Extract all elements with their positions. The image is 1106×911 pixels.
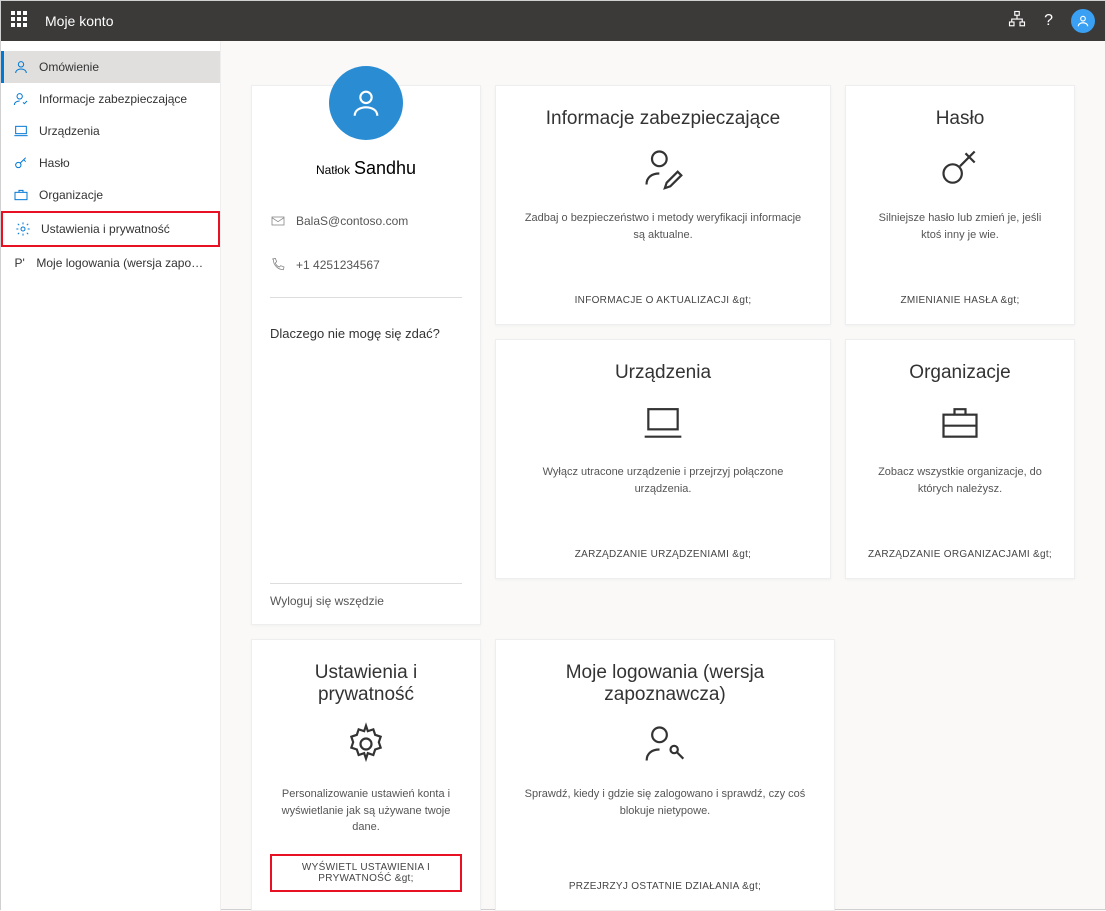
app-launcher-icon[interactable] (11, 11, 31, 31)
sidebar-item-password[interactable]: Hasło (1, 147, 220, 179)
user-avatar-large (329, 66, 403, 140)
signout-everywhere-link[interactable]: Wyloguj się wszędzie (270, 594, 462, 608)
sidebar: Omówienie Informacje zabezpieczające Urz… (1, 41, 221, 911)
sidebar-item-label: Omówienie (39, 60, 99, 74)
briefcase-icon (13, 187, 29, 203)
sidebar-item-devices[interactable]: Urządzenia (1, 115, 220, 147)
tile-action-password[interactable]: ZMIENIANIE HASŁA &gt; (900, 295, 1019, 306)
sidebar-item-label: Moje logowania (wersja zapoznawcza) (36, 256, 208, 270)
app-header: Moje konto ? (1, 1, 1105, 41)
signin-icon: P' (13, 255, 26, 271)
sidebar-item-label: Urządzenia (39, 124, 100, 138)
user-name: Natłok Sandhu (270, 158, 462, 179)
sidebar-item-signins[interactable]: P' Moje logowania (wersja zapoznawcza) (1, 247, 220, 279)
key-icon (936, 144, 984, 192)
user-name-prefix: Natłok (316, 163, 350, 177)
sidebar-item-overview[interactable]: Omówienie (1, 51, 220, 83)
tile-security-info: Informacje zabezpieczające Zadbaj o bezp… (495, 85, 831, 325)
tile-title: Urządzenia (615, 362, 711, 384)
tile-action-settings[interactable]: WYŚWIETL USTAWIENIA I PRYWATNOŚĆ &gt; (270, 854, 462, 892)
tile-title: Hasło (936, 108, 985, 130)
profile-phone-row: +1 4251234567 (270, 257, 462, 273)
org-chart-icon[interactable] (1008, 10, 1026, 33)
tile-devices: Urządzenia Wyłącz utracone urządzenie i … (495, 339, 831, 579)
sidebar-item-label: Organizacje (39, 188, 103, 202)
tile-action-orgs[interactable]: ZARZĄDZANIE ORGANIZACJAMI &gt; (868, 549, 1052, 560)
app-title: Moje konto (45, 13, 1008, 29)
tile-desc: Zobacz wszystkie organizacje, do których… (864, 464, 1056, 497)
key-icon (13, 155, 29, 171)
mail-icon (270, 213, 286, 229)
profile-email: BalaS@contoso.com (296, 214, 408, 228)
laptop-icon (13, 123, 29, 139)
sidebar-item-label: Informacje zabezpieczające (39, 92, 187, 106)
tile-settings-privacy: Ustawienia i prywatność Personalizowanie… (251, 639, 481, 911)
header-actions: ? (1008, 9, 1095, 33)
tile-desc: Silniejsze hasło lub zmień je, jeśli kto… (864, 210, 1056, 243)
person-icon (13, 59, 29, 75)
gear-icon (15, 221, 31, 237)
divider (270, 583, 462, 584)
help-icon[interactable]: ? (1044, 12, 1053, 30)
phone-icon (270, 257, 286, 273)
sidebar-item-settings-privacy[interactable]: Ustawienia i prywatność (1, 211, 220, 247)
main-content: Natłok Sandhu BalaS@contoso.com +1 425123… (221, 41, 1105, 911)
tile-password: Hasło Silniejsze hasło lub zmień je, jeś… (845, 85, 1075, 325)
tile-desc: Wyłącz utracone urządzenie i przejrzyj p… (514, 464, 812, 497)
tile-title: Ustawienia i prywatność (270, 662, 462, 706)
profile-card: Natłok Sandhu BalaS@contoso.com +1 425123… (251, 85, 481, 625)
user-name-value: Sandhu (354, 158, 416, 178)
tile-desc: Zadbaj o bezpieczeństwo i metody weryfik… (514, 210, 812, 243)
sidebar-item-label: Hasło (39, 156, 70, 170)
person-check-icon (13, 91, 29, 107)
tile-action-devices[interactable]: ZARZĄDZANIE URZĄDZENIAMI &gt; (575, 549, 752, 560)
tile-organizations: Organizacje Zobacz wszystkie organizacje… (845, 339, 1075, 579)
sidebar-item-security-info[interactable]: Informacje zabezpieczające (1, 83, 220, 115)
tile-action-signins[interactable]: PRZEJRZYJ OSTATNIE DZIAŁANIA &gt; (569, 881, 761, 892)
tile-signins: Moje logowania (wersja zapoznawcza) Spra… (495, 639, 835, 911)
tile-action-security[interactable]: INFORMACJE O AKTUALIZACJI &gt; (575, 295, 752, 306)
person-edit-icon (639, 144, 687, 192)
tile-title: Informacje zabezpieczające (546, 108, 780, 130)
tile-desc: Sprawdź, kiedy i gdzie się zalogowano i … (514, 786, 816, 819)
profile-question-link[interactable]: Dlaczego nie mogę się zdać? (270, 326, 462, 341)
divider (270, 297, 462, 298)
sidebar-item-organizations[interactable]: Organizacje (1, 179, 220, 211)
tile-title: Organizacje (909, 362, 1010, 384)
sidebar-item-label: Ustawienia i prywatność (41, 222, 170, 236)
tile-title: Moje logowania (wersja zapoznawcza) (514, 662, 816, 706)
profile-phone: +1 4251234567 (296, 258, 380, 272)
person-key-icon (641, 720, 689, 768)
tile-desc: Personalizowanie ustawień konta i wyświe… (270, 786, 462, 836)
user-avatar-small[interactable] (1071, 9, 1095, 33)
profile-email-row: BalaS@contoso.com (270, 213, 462, 229)
gear-icon (342, 720, 390, 768)
laptop-icon (639, 398, 687, 446)
briefcase-icon (936, 398, 984, 446)
